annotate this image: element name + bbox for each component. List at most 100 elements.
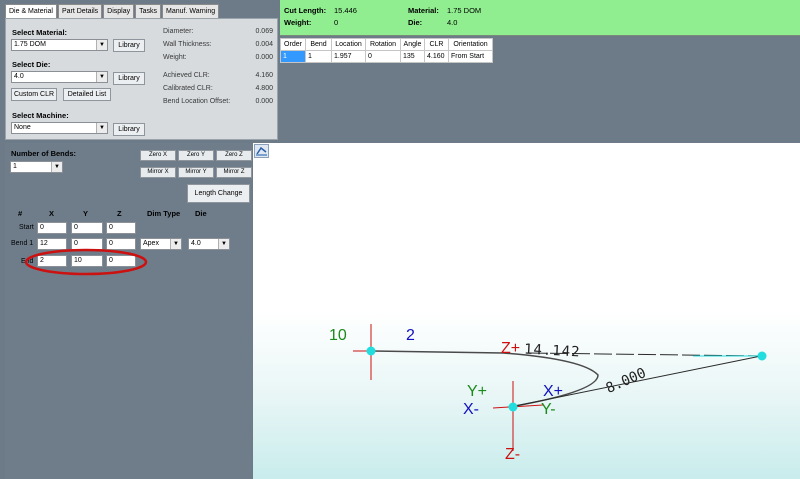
cell-clr[interactable]: 4.160: [424, 50, 449, 63]
bend-location-offset-value: 0.000: [255, 98, 273, 105]
label-z-plus: Z+: [501, 340, 521, 357]
label-x-minus: X-: [463, 401, 479, 418]
material-library-button[interactable]: Library: [113, 39, 145, 52]
mirror-x-button[interactable]: Mirror X: [140, 167, 176, 178]
material-select-value: 1.75 DOM: [14, 41, 46, 48]
chevron-down-icon: ▼: [218, 239, 229, 249]
material-select[interactable]: 1.75 DOM ▼: [11, 39, 108, 51]
cell-location[interactable]: 1.957: [331, 50, 366, 63]
label-10: 10: [329, 327, 347, 344]
cell-order[interactable]: 1: [280, 50, 306, 63]
weight-summary-label: Weight:: [284, 18, 312, 27]
start-x-input[interactable]: 0: [37, 222, 67, 234]
mirror-z-button[interactable]: Mirror Z: [216, 167, 252, 178]
select-material-label: Select Material:: [12, 28, 68, 37]
mirror-y-button[interactable]: Mirror Y: [178, 167, 214, 178]
weight-value: 0.000: [255, 54, 273, 61]
tab-part-details[interactable]: Part Details: [57, 4, 103, 18]
chevron-down-icon: ▼: [96, 40, 107, 50]
die-summary-value: 4.0: [447, 18, 458, 27]
die-summary-label: Die:: [408, 18, 423, 27]
die-library-button[interactable]: Library: [113, 72, 145, 85]
weight-label: Weight:: [163, 54, 187, 61]
detailed-list-button[interactable]: Detailed List: [63, 88, 111, 101]
tab-display[interactable]: Display: [103, 4, 135, 18]
bend-die-value: 4.0: [191, 240, 201, 247]
start-y-input[interactable]: 0: [71, 222, 103, 234]
start-node: [366, 346, 376, 356]
dimension-long: 14.142: [523, 341, 581, 361]
tab-tasks[interactable]: Tasks: [135, 4, 162, 18]
label-2: 2: [406, 327, 415, 344]
header-z: Z: [117, 209, 122, 218]
apex-node: [757, 351, 767, 361]
label-x-plus: X+: [543, 383, 564, 400]
die-select-value: 4.0: [14, 73, 24, 80]
custom-clr-button[interactable]: Custom CLR: [11, 88, 57, 101]
zero-y-button[interactable]: Zero Y: [178, 150, 214, 161]
tab-manuf-warning[interactable]: Manuf. Warning: [162, 4, 220, 18]
bends-panel: Number of Bends: 1 ▼ Zero X Zero Y Zero …: [5, 143, 252, 479]
cell-angle[interactable]: 135: [400, 50, 425, 63]
achieved-clr-label: Achieved CLR:: [163, 72, 210, 79]
number-of-bends-select[interactable]: 1 ▼: [10, 161, 63, 173]
number-of-bends-label: Number of Bends:: [11, 149, 77, 158]
bend-location-offset-label: Bend Location Offset:: [163, 98, 231, 105]
diameter-label: Diameter:: [163, 28, 194, 35]
select-machine-label: Select Machine:: [12, 111, 69, 120]
summary-bar: Cut Length: 15.446 Weight: 0 Material: 1…: [280, 0, 800, 36]
cut-length-value: 15.446: [334, 6, 357, 15]
bend-die-select[interactable]: 4.0 ▼: [188, 238, 230, 250]
chevron-down-icon: ▼: [96, 123, 107, 133]
calibrated-clr-value: 4.800: [255, 85, 273, 92]
label-y-minus: Y-: [541, 401, 556, 418]
label-y-plus: Y+: [467, 383, 488, 400]
table-header-row: Order Bend Location Rotation Angle CLR O…: [280, 38, 493, 51]
col-angle[interactable]: Angle: [400, 38, 425, 51]
cell-orientation[interactable]: From Start: [448, 50, 493, 63]
material-summary-label: Material:: [408, 6, 439, 15]
row-label-start: Start: [19, 224, 34, 231]
zero-x-button[interactable]: Zero X: [140, 150, 176, 161]
diameter-value: 0.069: [255, 28, 273, 35]
number-of-bends-value: 1: [13, 163, 17, 170]
end-node: [508, 402, 518, 412]
col-rotation[interactable]: Rotation: [365, 38, 401, 51]
highlight-ellipse: [24, 248, 148, 276]
wall-thickness-value: 0.004: [255, 41, 273, 48]
achieved-clr-value: 4.160: [255, 72, 273, 79]
header-index: #: [18, 209, 23, 218]
machine-library-button[interactable]: Library: [113, 123, 145, 136]
chevron-down-icon: ▼: [96, 72, 107, 82]
col-order[interactable]: Order: [280, 38, 306, 51]
cell-bend[interactable]: 1: [305, 50, 332, 63]
wall-thickness-label: Wall Thickness:: [163, 41, 212, 48]
machine-select[interactable]: None ▼: [11, 122, 108, 134]
select-die-label: Select Die:: [12, 60, 51, 69]
machine-select-value: None: [14, 124, 31, 131]
header-die: Die: [195, 209, 207, 218]
label-z-minus: Z-: [505, 446, 521, 463]
chevron-down-icon: ▼: [51, 162, 62, 172]
chevron-down-icon: ▼: [170, 239, 181, 249]
col-orientation[interactable]: Orientation: [448, 38, 493, 51]
calibrated-clr-label: Calibrated CLR:: [163, 85, 213, 92]
length-change-button[interactable]: Length Change: [187, 184, 250, 203]
col-location[interactable]: Location: [331, 38, 366, 51]
material-summary-value: 1.75 DOM: [447, 6, 482, 15]
table-row[interactable]: 1 1 1.957 0 135 4.160 From Start: [280, 50, 493, 63]
weight-summary-value: 0: [334, 18, 339, 27]
tab-strip: Die & Material Part Details Display Task…: [5, 4, 220, 19]
zero-z-button[interactable]: Zero Z: [216, 150, 252, 161]
tube-drawing: [353, 324, 767, 451]
tab-die-material[interactable]: Die & Material: [5, 4, 57, 19]
col-bend[interactable]: Bend: [305, 38, 332, 51]
start-z-input[interactable]: 0: [106, 222, 136, 234]
die-material-panel: Select Material: 1.75 DOM ▼ Library Sele…: [5, 18, 278, 140]
header-y: Y: [83, 209, 89, 218]
bend-table: Order Bend Location Rotation Angle CLR O…: [280, 38, 493, 63]
col-clr[interactable]: CLR: [424, 38, 449, 51]
cut-length-label: Cut Length:: [284, 6, 327, 15]
cell-rotation[interactable]: 0: [365, 50, 401, 63]
die-select[interactable]: 4.0 ▼: [11, 71, 108, 83]
